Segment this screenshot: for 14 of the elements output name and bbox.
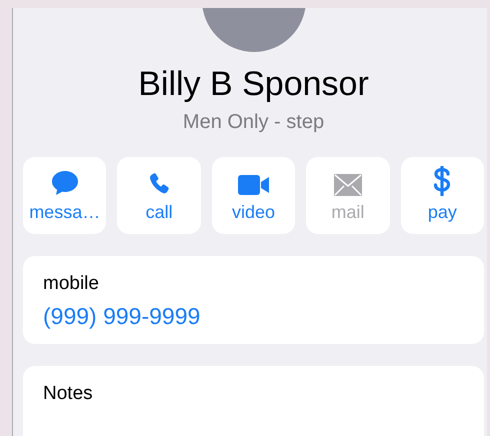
- call-button[interactable]: call: [117, 157, 201, 234]
- video-camera-icon: [238, 174, 270, 196]
- envelope-icon: [334, 174, 362, 196]
- phone-icon: [147, 172, 172, 196]
- contact-name: Billy B Sponsor: [138, 64, 369, 104]
- pay-button[interactable]: pay: [400, 157, 484, 234]
- phone-number-link[interactable]: (999) 999-9999: [43, 302, 200, 330]
- speech-bubble-icon: [50, 170, 79, 196]
- message-button[interactable]: messa…: [23, 157, 106, 234]
- dollar-icon: [433, 166, 452, 196]
- phone-label: mobile: [43, 272, 99, 296]
- video-button[interactable]: video: [212, 157, 296, 234]
- notes-label: Notes: [43, 382, 93, 406]
- contact-subtitle: Men Only - step: [182, 110, 324, 134]
